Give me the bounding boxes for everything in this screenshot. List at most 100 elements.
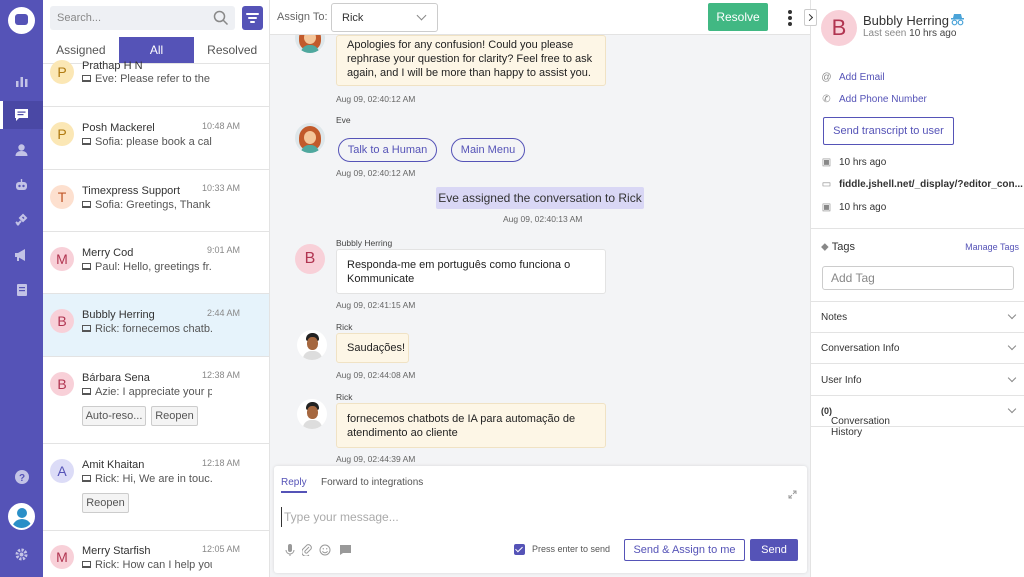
quick-reply-icon[interactable] xyxy=(338,543,352,557)
chevron-down-icon xyxy=(1007,373,1017,383)
conversation-item[interactable]: P Posh Mackerel 10:48 AM Sofia: please b… xyxy=(43,107,269,170)
conversation-item[interactable]: A Amit Khaitan 12:18 AM Rick: Hi, We are… xyxy=(43,444,269,531)
settings-icon[interactable] xyxy=(0,540,43,568)
reports-icon[interactable] xyxy=(0,67,43,95)
tags-title-text: Tags xyxy=(831,241,855,253)
notes-section[interactable]: Notes xyxy=(811,302,1024,333)
message-preview: Sofia: please book a cal... xyxy=(82,136,212,148)
attachment-icon[interactable] xyxy=(300,543,314,557)
assignee-value: Rick xyxy=(342,12,364,24)
conversation-item[interactable]: T Timexpress Support 10:33 AM Sofia: Gre… xyxy=(43,170,269,232)
svg-text:?: ? xyxy=(18,473,24,484)
resolve-button[interactable]: Resolve xyxy=(708,3,768,31)
active-tab-underline xyxy=(281,491,307,493)
conversation-item[interactable]: M Merry Cod 9:01 AM Paul: Hello, greetin… xyxy=(43,232,269,294)
filter-button[interactable] xyxy=(242,6,263,30)
emoji-icon[interactable] xyxy=(318,543,332,557)
message-timestamp: Aug 09, 02:40:13 AM xyxy=(503,214,583,224)
add-phone-link[interactable]: ✆ Add Phone Number xyxy=(821,94,927,105)
contact-name: Bubbly Herring xyxy=(82,309,155,321)
conversation-time: 12:38 AM xyxy=(201,370,240,380)
send-assign-button[interactable]: Send & Assign to me xyxy=(624,539,745,561)
sender-name: Rick xyxy=(336,322,353,332)
message-preview: Sofia: Greetings, Thank ... xyxy=(82,199,212,211)
conversations-icon[interactable] xyxy=(0,101,43,129)
press-enter-checkbox[interactable] xyxy=(514,544,525,555)
microphone-icon[interactable] xyxy=(283,543,297,557)
page-url: fiddle.jshell.net/_display/?editor_con..… xyxy=(839,179,1023,190)
reopen-button[interactable]: Reopen xyxy=(151,406,198,426)
user-info-section[interactable]: User Info xyxy=(811,365,1024,396)
message-timestamp: Aug 09, 02:40:12 AM xyxy=(336,168,416,178)
section-title: Conversation History (0) xyxy=(821,406,890,438)
reopen-button[interactable]: Reopen xyxy=(82,493,129,513)
customer-message: Responda-me em português como funciona o… xyxy=(336,249,606,294)
knowledge-base-icon[interactable] xyxy=(0,276,43,304)
integrations-icon[interactable] xyxy=(0,206,43,234)
section-title: Conversation Info xyxy=(821,343,900,354)
avatar: B xyxy=(50,309,74,333)
campaigns-icon[interactable] xyxy=(0,241,43,269)
preview-text: Sofia: Greetings, Thank ... xyxy=(95,199,212,211)
message-input[interactable] xyxy=(281,507,781,527)
help-icon[interactable]: ? xyxy=(0,463,43,491)
eve-avatar xyxy=(295,35,325,53)
eve-avatar xyxy=(295,123,325,153)
message-timestamp: Aug 09, 02:44:08 AM xyxy=(336,370,416,380)
last-seen-value: 10 hrs ago xyxy=(909,28,957,39)
talk-to-human-button[interactable]: Talk to a Human xyxy=(338,138,437,162)
tab-resolved[interactable]: Resolved xyxy=(194,37,269,63)
conversation-header: Assign To: Rick Resolve xyxy=(270,0,810,35)
preview-text: Azie: I appreciate your p... xyxy=(95,386,212,398)
sender-name: Eve xyxy=(336,115,351,125)
more-options-icon[interactable] xyxy=(788,10,792,26)
assignee-select[interactable]: Rick xyxy=(331,3,438,32)
conversation-item[interactable]: M Merry Starfish 12:05 AM Rick: How can … xyxy=(43,531,269,577)
expand-icon[interactable] xyxy=(788,490,797,499)
conversation-time: 10:48 AM xyxy=(201,121,240,131)
send-transcript-button[interactable]: Send transcript to user xyxy=(823,117,954,145)
manage-tags-link[interactable]: Manage Tags xyxy=(965,242,1019,252)
message-thread: Apologies for any confusion! Could you p… xyxy=(270,35,810,465)
conversation-item[interactable]: P Prathap H N Eve: Please refer to the .… xyxy=(43,60,269,107)
users-icon[interactable] xyxy=(0,136,43,164)
url-row[interactable]: ▭ fiddle.jshell.net/_display/?editor_con.… xyxy=(821,179,1023,190)
tab-reply[interactable]: Reply xyxy=(281,477,307,488)
conversation-item[interactable]: B Bárbara Sena 12:38 AM Azie: I apprecia… xyxy=(43,357,269,444)
conversation-history-section[interactable]: Conversation History (0) xyxy=(811,396,1024,438)
contact-name: Amit Khaitan xyxy=(82,459,145,471)
add-phone-label: Add Phone Number xyxy=(839,94,927,105)
search-input[interactable] xyxy=(50,6,200,30)
assignment-event: Eve assigned the conversation to Rick xyxy=(436,187,644,209)
send-button[interactable]: Send xyxy=(750,539,798,561)
conversation-info-section[interactable]: Conversation Info xyxy=(811,333,1024,364)
avatar: M xyxy=(50,545,74,569)
message-timestamp: Aug 09, 02:41:15 AM xyxy=(336,300,416,310)
search-icon[interactable] xyxy=(213,10,229,26)
conversation-item[interactable]: B Bubbly Herring 2:44 AM Rick: fornecemo… xyxy=(43,294,269,357)
message-preview: Paul: Hello, greetings fr... xyxy=(82,261,212,273)
message-preview: Eve: Please refer to the ... xyxy=(82,73,212,85)
monitor-icon xyxy=(82,475,91,482)
avatar: T xyxy=(50,185,74,209)
add-email-label: Add Email xyxy=(839,72,885,83)
main-menu-button[interactable]: Main Menu xyxy=(451,138,525,162)
add-tag-input[interactable] xyxy=(822,266,1014,290)
sender-name: Bubbly Herring xyxy=(336,238,393,248)
bot-message: Apologies for any confusion! Could you p… xyxy=(336,35,606,86)
tab-forward-integrations[interactable]: Forward to integrations xyxy=(321,477,423,488)
collapse-panel-icon[interactable] xyxy=(804,9,817,26)
auto-resolve-chip[interactable]: Auto-reso... xyxy=(82,406,146,426)
app-logo-icon[interactable] xyxy=(8,7,35,34)
add-email-link[interactable]: @ Add Email xyxy=(821,72,885,83)
profile-avatar[interactable] xyxy=(8,503,35,530)
conversation-time: 10:33 AM xyxy=(201,183,240,193)
avatar: A xyxy=(50,459,74,483)
message-composer: Reply Forward to integrations Press ente… xyxy=(274,466,807,573)
message-timestamp: Aug 09, 02:40:12 AM xyxy=(336,94,416,104)
monitor-icon xyxy=(82,325,91,332)
browser-icon: ▭ xyxy=(821,179,832,190)
conversation-time: 12:18 AM xyxy=(201,458,240,468)
nav-rail: ? xyxy=(0,0,43,577)
bot-icon[interactable] xyxy=(0,171,43,199)
